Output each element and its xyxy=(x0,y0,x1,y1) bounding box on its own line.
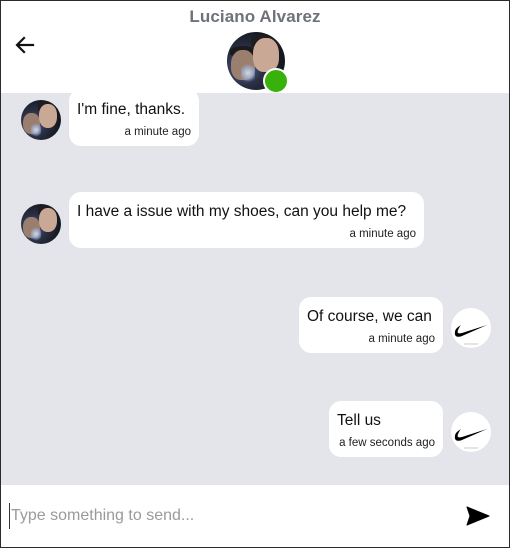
arrow-left-icon xyxy=(15,36,35,54)
contact-message-avatar xyxy=(21,204,61,244)
contact-name: Luciano Alvarez xyxy=(189,7,321,26)
message-timestamp: a minute ago xyxy=(124,126,192,138)
message-timestamp: a minute ago xyxy=(349,228,417,240)
message-timestamp: a few seconds ago xyxy=(339,437,435,449)
send-icon xyxy=(466,506,490,526)
message-input[interactable] xyxy=(9,503,449,529)
message-bubble-incoming: I have a issue with my shoes, can you he… xyxy=(69,192,424,248)
message-bubble-outgoing: Of course, we can a minute ago xyxy=(299,297,443,353)
message-text: I'm fine, thanks. xyxy=(77,101,186,118)
send-button[interactable] xyxy=(465,505,491,527)
brand-message-avatar xyxy=(451,412,491,452)
back-button[interactable] xyxy=(13,35,37,55)
online-status-indicator xyxy=(263,68,289,94)
message-timestamp: a minute ago xyxy=(368,333,436,345)
message-text: Tell us xyxy=(337,412,381,429)
chat-window: Luciano Alvarez I'm fine, thanks. a minu… xyxy=(0,0,510,548)
message-list[interactable]: I'm fine, thanks. a minute ago I have a … xyxy=(1,93,509,485)
chat-header: Luciano Alvarez xyxy=(1,1,509,94)
message-bubble-incoming: I'm fine, thanks. a minute ago xyxy=(69,93,199,146)
message-bubble-outgoing: Tell us a few seconds ago xyxy=(329,401,443,457)
nike-swoosh-logo xyxy=(454,429,487,449)
contact-avatar[interactable] xyxy=(227,32,289,94)
message-composer xyxy=(1,485,509,547)
message-text: I have a issue with my shoes, can you he… xyxy=(77,203,407,220)
message-text: Of course, we can xyxy=(307,308,432,325)
nike-swoosh-logo xyxy=(454,325,487,345)
brand-message-avatar xyxy=(451,308,491,348)
contact-message-avatar xyxy=(21,100,61,140)
